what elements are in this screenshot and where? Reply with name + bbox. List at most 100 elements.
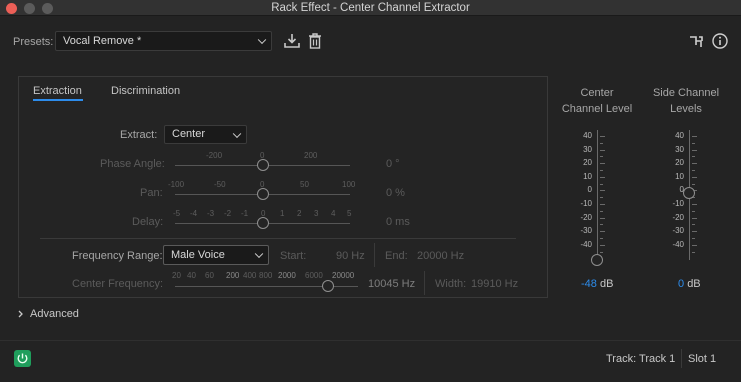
power-icon[interactable] — [14, 350, 31, 367]
center-channel-level-title: Center Channel Level — [560, 85, 634, 117]
meter-tick — [692, 176, 697, 178]
meter-tick — [600, 136, 605, 137]
delay-label: Delay: — [132, 216, 164, 228]
meter-tick — [600, 251, 603, 253]
meter-scale-label: 0 — [679, 185, 684, 195]
center-frequency-value: 10045 Hz — [368, 278, 416, 290]
side-title-line1: Side Channel — [652, 87, 720, 99]
meter-scale-label: 30 — [583, 144, 592, 154]
delay-scale-label: 3 — [314, 209, 319, 218]
active-tab-indicator — [33, 99, 83, 101]
meter-scale-label: -40 — [672, 239, 684, 249]
start-value: 90 Hz — [336, 250, 365, 262]
phase-angle-slider-knob[interactable] — [257, 159, 269, 171]
side-level-unit: dB — [687, 278, 701, 290]
delay-slider-knob[interactable] — [257, 217, 269, 229]
center-level-unit: dB — [599, 278, 614, 290]
delay-scale-label: 4 — [331, 209, 336, 218]
meter-scale-label: 0 — [587, 185, 592, 195]
pan-scale-label: -100 — [168, 180, 185, 189]
presets-dropdown[interactable]: Vocal Remove * — [55, 31, 272, 51]
meter-tick — [692, 170, 695, 171]
width-label: Width: — [435, 278, 467, 290]
meter-tick — [600, 156, 603, 158]
meter-scale-label: 10 — [675, 171, 684, 181]
meter-tick — [692, 217, 697, 219]
chevron-down-icon — [257, 35, 267, 45]
info-icon[interactable] — [712, 33, 728, 49]
meter-tick — [692, 231, 697, 233]
chevron-down-icon — [254, 249, 264, 259]
side-level-value: 0 — [678, 278, 685, 290]
delay-scale-label: 2 — [297, 209, 302, 218]
center-freq-scale-label: 800 — [259, 271, 273, 280]
center-freq-scale-label: 400 — [243, 271, 257, 280]
center-freq-scale-label: 20 — [172, 271, 181, 280]
meter-tick — [600, 231, 605, 233]
side-level-slider-knob[interactable] — [683, 187, 695, 199]
footer-divider — [0, 340, 741, 341]
extract-label: Extract: — [120, 129, 158, 141]
meter-scale-label: -40 — [580, 239, 592, 249]
chevron-right-icon[interactable] — [17, 309, 25, 318]
pan-label: Pan: — [140, 187, 163, 199]
track-label: Track: Track 1 — [606, 353, 676, 365]
delay-scale-label: -2 — [224, 209, 232, 218]
download-icon[interactable] — [283, 33, 301, 49]
end-label: End: — [385, 250, 408, 262]
meter-tick — [600, 217, 605, 219]
center-freq-scale-label: 2000 — [278, 271, 296, 280]
tab-discrimination[interactable]: Discrimination — [111, 85, 180, 97]
center-level-slider-knob[interactable] — [591, 254, 603, 266]
meter-tick — [692, 224, 695, 226]
meter-tick — [692, 156, 695, 158]
delay-scale-label: -1 — [241, 209, 249, 218]
presets-value: Vocal Remove * — [63, 35, 142, 47]
meter-scale-label: 20 — [583, 158, 592, 168]
presets-label: Presets: — [13, 36, 54, 48]
footer-separator — [681, 349, 682, 368]
meter-tick — [692, 149, 697, 151]
slot-label: Slot 1 — [688, 353, 717, 365]
phase-angle-label: Phase Angle: — [100, 158, 165, 170]
center-frequency-slider-knob[interactable] — [322, 280, 334, 292]
meter-scale-label: -20 — [672, 212, 684, 222]
extract-dropdown[interactable]: Center — [164, 125, 247, 144]
width-value: 19910 Hz — [471, 278, 519, 290]
routing-icon[interactable] — [689, 34, 705, 48]
pan-slider-knob[interactable] — [257, 188, 269, 200]
meter-tick — [692, 204, 697, 205]
meter-scale-label: -10 — [580, 199, 592, 208]
meter-scale-label: 40 — [583, 131, 592, 140]
meter-tick — [692, 142, 695, 144]
meter-tick — [692, 238, 695, 239]
center-freq-scale-label: 6000 — [305, 271, 323, 280]
trash-icon[interactable] — [307, 32, 323, 50]
meter-scale-label: 10 — [583, 171, 592, 181]
advanced-toggle[interactable]: Advanced — [30, 308, 79, 320]
meter-scale-label: 30 — [675, 144, 684, 154]
meter-tick — [600, 183, 603, 185]
center-level-slider-track[interactable] — [597, 130, 598, 260]
meter-tick — [692, 244, 697, 246]
meter-tick — [600, 238, 603, 239]
meter-scale-label: -20 — [580, 212, 592, 222]
meter-tick — [692, 136, 697, 137]
meter-tick — [600, 176, 605, 178]
tab-extraction[interactable]: Extraction — [33, 85, 82, 97]
meter-tick — [600, 170, 603, 171]
phase-scale-label: -200 — [206, 151, 223, 160]
end-value: 20000 Hz — [417, 250, 465, 262]
pan-scale-label: 50 — [300, 180, 309, 189]
side-channel-levels-title: Side Channel Levels — [649, 85, 723, 117]
center-freq-scale-label: 200 — [226, 271, 240, 280]
frequency-range-dropdown[interactable]: Male Voice — [163, 245, 269, 265]
phase-scale-label: 200 — [304, 151, 318, 160]
meter-tick — [600, 197, 603, 199]
meter-scale-label: 40 — [675, 131, 684, 140]
frequency-range-label: Frequency Range: — [72, 250, 163, 262]
meter-tick — [600, 149, 605, 151]
center-frequency-label: Center Frequency: — [72, 278, 164, 290]
meter-scale-label: -10 — [672, 199, 684, 208]
extract-value: Center — [172, 128, 206, 140]
